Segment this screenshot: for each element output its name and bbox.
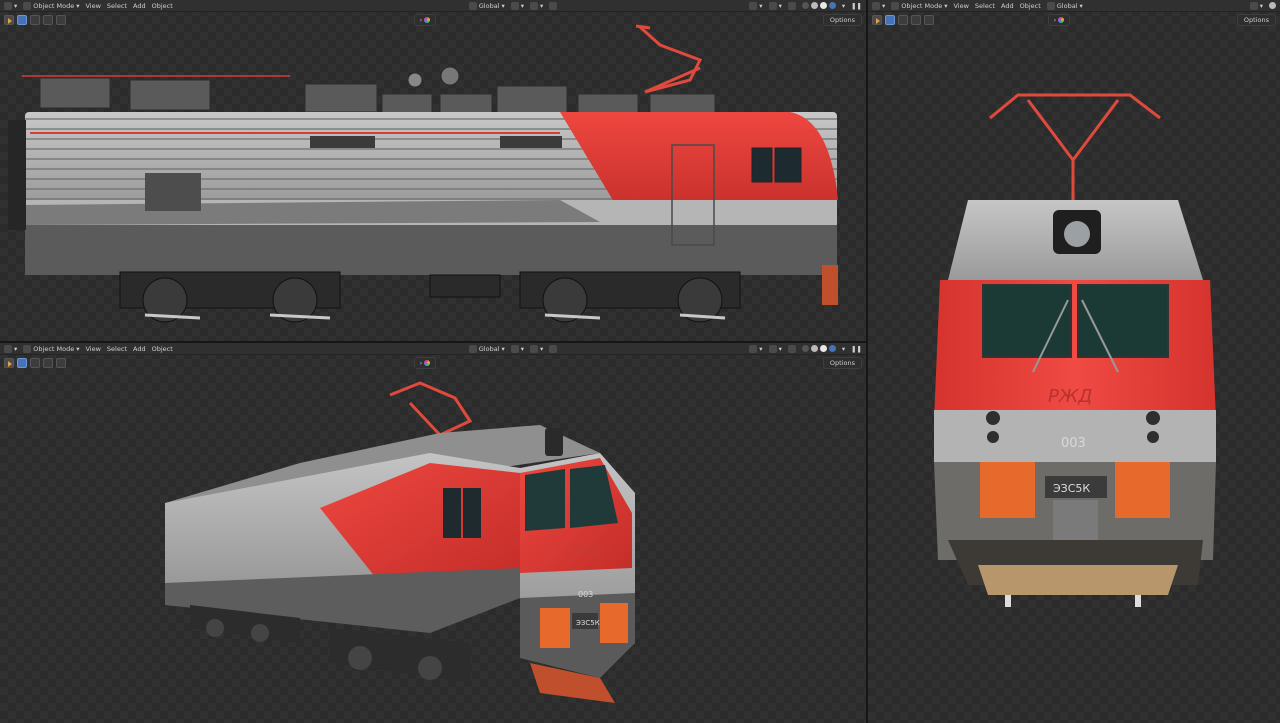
model-text: ЭЗС5К <box>1053 482 1090 495</box>
roof-equipment <box>39 66 716 115</box>
snowplow <box>978 565 1178 595</box>
coupler-front <box>822 265 838 305</box>
buffer-left <box>980 462 1035 518</box>
bogies <box>119 271 741 323</box>
number-text: 003 <box>578 590 593 599</box>
buffer-right <box>1115 462 1170 518</box>
model-text: ЭЗС5К <box>576 619 600 627</box>
locomotive-perspective-render: РЖД 003 ЭЗС5К <box>165 381 635 703</box>
buffer-right <box>600 603 628 643</box>
viewport-perspective[interactable]: ▾ Object Mode ▾ View Select Add Object Gl… <box>0 343 866 723</box>
locomotive-side-render <box>8 24 838 323</box>
coupler <box>1053 500 1098 542</box>
area-divider-vertical[interactable] <box>866 0 868 723</box>
headlamp <box>545 428 563 456</box>
pantograph <box>635 24 703 94</box>
body-side <box>25 112 838 275</box>
viewport-side[interactable]: ▾ Object Mode ▾ View Select Add Object Gl… <box>0 0 866 341</box>
logo-text: РЖД <box>1048 386 1092 407</box>
rear-buffer <box>8 120 26 230</box>
logo-text: РЖД <box>572 544 602 558</box>
buffer-left <box>540 608 570 648</box>
windscreen-left <box>525 469 565 531</box>
pantograph <box>389 381 473 437</box>
locomotive-front-render: РЖД 003 ЭЗС5К <box>934 93 1216 607</box>
area-divider-horizontal[interactable] <box>0 341 866 343</box>
viewport-front[interactable]: ▾ Object Mode ▾ View Select Add Object Gl… <box>868 0 1280 723</box>
number-text: 003 <box>1061 436 1086 451</box>
pantograph <box>989 93 1161 205</box>
